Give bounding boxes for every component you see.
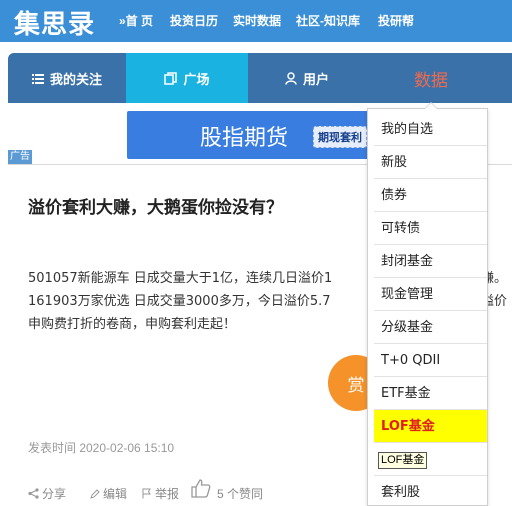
reward-button-label: 赏 (347, 375, 365, 395)
tab-user[interactable]: 用户 (248, 53, 366, 103)
report-button[interactable]: 举报 (142, 485, 179, 502)
menu-item-cash-management[interactable]: 现金管理 (374, 278, 487, 311)
ad-label: 广告 (8, 150, 32, 164)
main-navbar: 我的关注 广场 用户 数据 (8, 53, 512, 103)
share-icon (28, 488, 39, 499)
menu-item-bond[interactable]: 债券 (374, 179, 487, 212)
tab-my-follow-label: 我的关注 (49, 71, 102, 87)
copy-icon (164, 71, 178, 85)
menu-item-etf-fund[interactable]: ETF基金 (374, 377, 487, 410)
tab-my-follow[interactable]: 我的关注 (8, 53, 126, 103)
report-icon (142, 488, 152, 499)
share-button[interactable]: 分享 (28, 485, 66, 502)
menu-item-closed-fund[interactable]: 封闭基金 (374, 245, 487, 278)
likes-count: 5 个赞同 (217, 487, 264, 501)
menu-item-my-watchlist[interactable]: 我的自选 (374, 113, 487, 146)
tab-square-label: 广场 (183, 71, 210, 87)
user-icon (285, 71, 297, 85)
article-title[interactable]: 溢价套利大赚，大鹅蛋你捡没有？ (28, 193, 283, 218)
tab-data-label: 数据 (414, 70, 448, 90)
ad-banner[interactable]: 股指期货 期现套利 (127, 111, 389, 159)
article-line-3-text: 申购费打折的卷商，申购套利走起！ (28, 317, 237, 332)
menu-item-graded-fund[interactable]: 分级基金 (374, 311, 487, 344)
article-line-1: 501057新能源车 日成交量大于1亿，连续几日溢价1 (28, 269, 332, 289)
tab-data[interactable]: 数据 (366, 53, 496, 103)
data-dropdown-menu: 我的自选 新股 债券 可转债 封闭基金 现金管理 分级基金 T+0 QDII E… (367, 102, 488, 506)
nav-calendar-link[interactable]: 投资日历 (170, 12, 218, 29)
post-time: 发表时间 2020-02-06 15:10 (28, 441, 175, 455)
menu-item-t0-qdii[interactable]: T+0 QDII (374, 344, 487, 377)
top-header: 集思录 »首 页 投资日历 实时数据 社区-知识库 投研帮 (0, 0, 512, 42)
edit-icon (90, 488, 100, 499)
article-line-3: 申购费打折的卷商，申购套利走起！ (28, 315, 236, 335)
article-line-2-text: 161903万家优选 日成交量3000多万，今日溢价5.7 (28, 294, 331, 309)
menu-item-arbitrage-stock[interactable]: 套利股 (374, 476, 487, 506)
nav-research-link[interactable]: 投研帮 (378, 12, 414, 29)
edit-label: 编辑 (103, 487, 128, 501)
share-label: 分享 (42, 487, 67, 501)
article-line-1-text: 501057新能源车 日成交量大于1亿，连续几日溢价1 (28, 271, 333, 286)
list-icon (31, 73, 44, 84)
nav-home-link[interactable]: »首 页 (119, 12, 153, 29)
report-label: 举报 (155, 487, 180, 501)
menu-item-convertible-bond[interactable]: 可转债 (374, 212, 487, 245)
lof-fund-tooltip: LOF基金 (378, 452, 428, 469)
nav-community-link[interactable]: 社区-知识库 (296, 12, 360, 29)
thumbs-up-icon (190, 477, 212, 499)
menu-item-lof-fund[interactable]: LOF基金 (374, 410, 487, 443)
ad-banner-subtitle: 期现套利 (313, 126, 367, 148)
tab-user-label: 用户 (302, 71, 329, 87)
like-button[interactable] (190, 477, 215, 499)
ad-banner-title: 股指期货 (200, 125, 289, 150)
site-logo[interactable]: 集思录 (14, 4, 95, 41)
menu-item-new-stock[interactable]: 新股 (374, 146, 487, 179)
edit-button[interactable]: 编辑 (90, 485, 127, 502)
nav-realtime-data-link[interactable]: 实时数据 (233, 12, 281, 29)
article-line-2: 161903万家优选 日成交量3000多万，今日溢价5.7 (28, 292, 331, 312)
tab-square[interactable]: 广场 (126, 53, 248, 103)
